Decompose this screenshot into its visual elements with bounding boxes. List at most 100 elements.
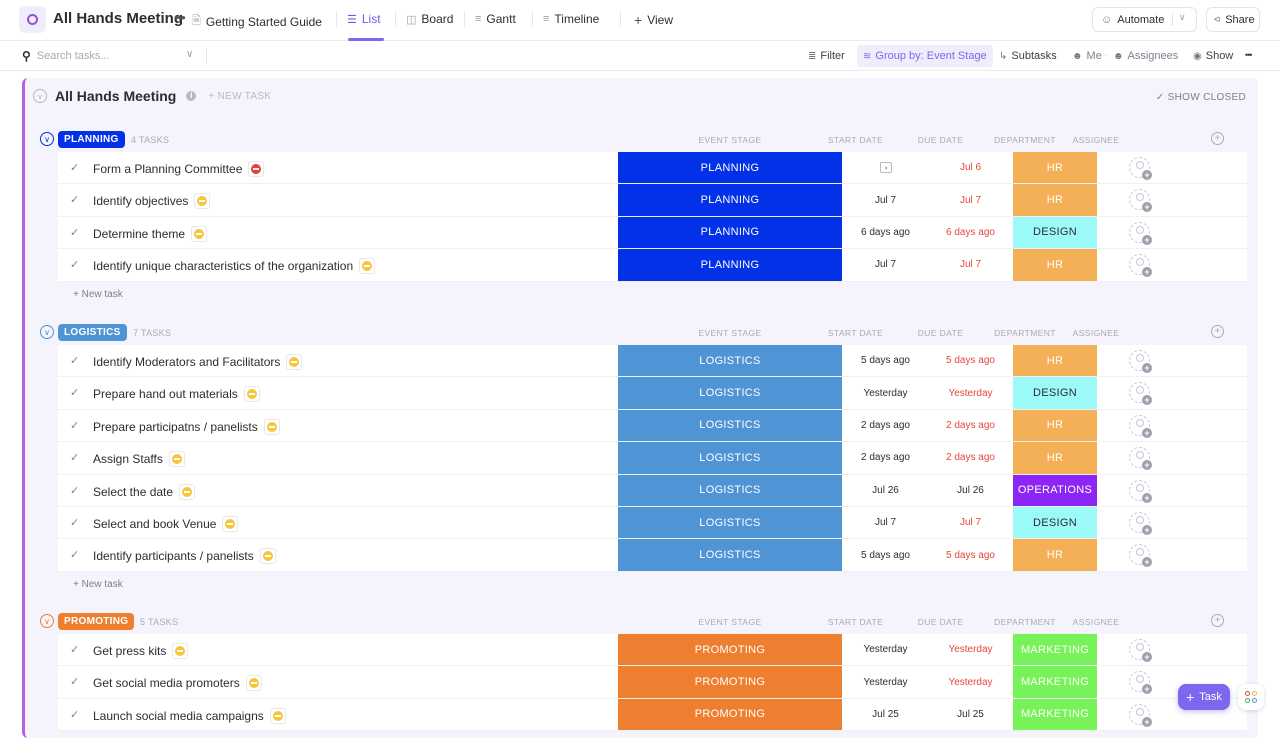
due-date-cell[interactable]: 5 days ago bbox=[928, 539, 1013, 570]
column-header[interactable]: ASSIGNEE bbox=[1071, 328, 1121, 338]
department-cell[interactable]: HR bbox=[1013, 249, 1097, 281]
check-icon[interactable]: ✓ bbox=[70, 386, 79, 399]
task-row[interactable]: ✓ Prepare hand out materials LOGISTICS Yest… bbox=[58, 377, 1247, 410]
tab-timeline[interactable]: ≡ Timeline bbox=[543, 12, 599, 26]
check-icon[interactable]: ✓ bbox=[70, 643, 79, 656]
apps-button[interactable] bbox=[1238, 684, 1264, 710]
priority-flag[interactable] bbox=[191, 225, 208, 242]
start-date-cell[interactable]: 2 days ago bbox=[843, 410, 928, 441]
column-header[interactable]: DEPARTMENT bbox=[983, 328, 1067, 338]
task-row[interactable]: ✓ Get social media promoters PROMOTING Yest… bbox=[58, 666, 1247, 699]
check-icon[interactable]: ✓ bbox=[70, 451, 79, 464]
check-icon[interactable]: ✓ bbox=[70, 419, 79, 432]
event-stage-cell[interactable]: PROMOTING bbox=[618, 698, 842, 731]
add-assignee-icon[interactable] bbox=[1129, 254, 1152, 278]
event-stage-cell[interactable]: LOGISTICS bbox=[618, 442, 842, 474]
add-column-icon[interactable]: + bbox=[1211, 325, 1224, 338]
column-header[interactable]: START DATE bbox=[813, 135, 898, 145]
priority-flag[interactable] bbox=[194, 193, 211, 210]
more-options-icon[interactable]: ••• bbox=[1245, 50, 1253, 60]
check-icon[interactable]: ✓ bbox=[70, 484, 79, 497]
check-icon[interactable]: ✓ bbox=[70, 708, 79, 721]
task-name[interactable]: Select the date bbox=[93, 483, 196, 500]
task-name[interactable]: Identify participants / panelists bbox=[93, 548, 276, 565]
task-name[interactable]: Get social media promoters bbox=[93, 675, 262, 692]
check-icon[interactable]: ✓ bbox=[70, 161, 79, 174]
due-date-cell[interactable]: Jul 7 bbox=[928, 184, 1013, 215]
tab-board[interactable]: ◫ Board bbox=[406, 12, 453, 26]
priority-flag[interactable] bbox=[248, 161, 265, 177]
task-row[interactable]: ✓ Form a Planning Committee PLANNING Jul 6H… bbox=[58, 152, 1247, 185]
add-assignee-icon[interactable] bbox=[1129, 157, 1152, 180]
start-date-cell[interactable]: Yesterday bbox=[843, 634, 928, 665]
column-header[interactable]: ASSIGNEE bbox=[1071, 617, 1121, 627]
show-button[interactable]: ◉ Show bbox=[1193, 50, 1233, 62]
priority-flag[interactable] bbox=[359, 258, 376, 275]
start-date-cell[interactable]: Jul 26 bbox=[843, 475, 928, 506]
event-stage-cell[interactable]: LOGISTICS bbox=[618, 377, 842, 409]
column-header[interactable]: DEPARTMENT bbox=[983, 135, 1067, 145]
task-row[interactable]: ✓ Prepare participatns / panelists LOGISTI… bbox=[58, 409, 1247, 443]
department-cell[interactable]: DESIGN bbox=[1013, 506, 1097, 539]
add-assignee-icon[interactable] bbox=[1129, 414, 1152, 438]
group-status-badge[interactable]: LOGISTICS bbox=[58, 324, 127, 341]
add-assignee-icon[interactable] bbox=[1129, 447, 1152, 471]
task-row[interactable]: ✓ Select the date LOGISTICS Jul 26 Jul 26 OPE… bbox=[58, 474, 1247, 507]
due-date-cell[interactable]: 6 days ago bbox=[928, 217, 1013, 248]
task-name[interactable]: Form a Planning Committee bbox=[93, 161, 265, 177]
due-date-cell[interactable]: Jul 6 bbox=[928, 152, 1013, 183]
priority-flag[interactable] bbox=[179, 483, 196, 500]
task-name[interactable]: Identify Moderators and Facilitators bbox=[93, 354, 303, 370]
check-icon[interactable]: ✓ bbox=[70, 193, 79, 206]
column-header[interactable]: DUE DATE bbox=[898, 617, 983, 627]
add-column-icon[interactable]: + bbox=[1211, 132, 1224, 145]
add-assignee-icon[interactable] bbox=[1129, 189, 1152, 213]
task-name[interactable]: Determine theme bbox=[93, 225, 208, 242]
check-icon[interactable]: ✓ bbox=[70, 258, 79, 271]
event-stage-cell[interactable]: LOGISTICS bbox=[618, 539, 842, 571]
department-cell[interactable]: MARKETING bbox=[1013, 666, 1097, 698]
add-assignee-icon[interactable] bbox=[1129, 221, 1152, 245]
add-assignee-icon[interactable] bbox=[1129, 544, 1152, 568]
collapse-group-icon[interactable]: ∨ bbox=[40, 132, 54, 146]
start-date-cell[interactable]: 5 days ago bbox=[843, 345, 928, 376]
event-stage-cell[interactable]: PLANNING bbox=[618, 216, 842, 249]
space-icon[interactable] bbox=[19, 6, 46, 33]
start-date-cell[interactable]: Jul 7 bbox=[843, 184, 928, 215]
tab-gantt[interactable]: ≡ Gantt bbox=[475, 12, 516, 26]
add-assignee-icon[interactable] bbox=[1129, 479, 1152, 503]
start-date-cell[interactable]: 6 days ago bbox=[843, 217, 928, 248]
due-date-cell[interactable]: Jul 26 bbox=[928, 475, 1013, 506]
column-header[interactable]: ASSIGNEE bbox=[1071, 135, 1121, 145]
priority-flag[interactable] bbox=[269, 707, 286, 724]
event-stage-cell[interactable]: PLANNING bbox=[618, 249, 842, 281]
start-date-cell[interactable]: Jul 7 bbox=[843, 507, 928, 538]
priority-flag[interactable] bbox=[259, 548, 276, 565]
task-name[interactable]: Prepare participatns / panelists bbox=[93, 418, 280, 435]
task-row[interactable]: ✓ Identify unique characteristics of the … bbox=[58, 249, 1247, 282]
priority-flag[interactable] bbox=[286, 354, 303, 370]
event-stage-cell[interactable]: LOGISTICS bbox=[618, 345, 842, 377]
check-icon[interactable]: ✓ bbox=[70, 516, 79, 529]
group-by-button[interactable]: ≋ Group by: Event Stage bbox=[857, 45, 993, 67]
check-icon[interactable]: ✓ bbox=[70, 354, 79, 367]
task-row[interactable]: ✓ Identify participants / panelists LOGIST… bbox=[58, 539, 1247, 572]
task-row[interactable]: ✓ Assign Staffs LOGISTICS 2 days ago 2 days … bbox=[58, 442, 1247, 475]
collapse-icon[interactable]: ∨ bbox=[33, 89, 47, 103]
task-row[interactable]: ✓ Launch social media campaigns PROMOTING J… bbox=[58, 698, 1247, 732]
event-stage-cell[interactable]: LOGISTICS bbox=[618, 409, 842, 442]
collapse-group-icon[interactable]: ∨ bbox=[40, 325, 54, 339]
pinned-doc-getting-started[interactable]: 🗎 Getting Started Guide bbox=[192, 12, 322, 31]
task-name[interactable]: Identify objectives bbox=[93, 193, 211, 210]
check-icon[interactable]: ✓ bbox=[70, 226, 79, 239]
add-assignee-icon[interactable] bbox=[1129, 350, 1152, 373]
column-header[interactable]: DUE DATE bbox=[898, 328, 983, 338]
event-stage-cell[interactable]: PLANNING bbox=[618, 184, 842, 216]
department-cell[interactable]: DESIGN bbox=[1013, 377, 1097, 409]
share-button[interactable]: ⪦ Share bbox=[1206, 7, 1260, 32]
filter-button[interactable]: ≣ Filter bbox=[808, 50, 845, 62]
add-view-button[interactable]: + View bbox=[634, 12, 673, 28]
task-name[interactable]: Select and book Venue bbox=[93, 515, 239, 532]
task-row[interactable]: ✓ Get press kits PROMOTING Yesterday Yesterd… bbox=[58, 634, 1247, 667]
more-options-icon[interactable]: ••• bbox=[174, 10, 186, 25]
